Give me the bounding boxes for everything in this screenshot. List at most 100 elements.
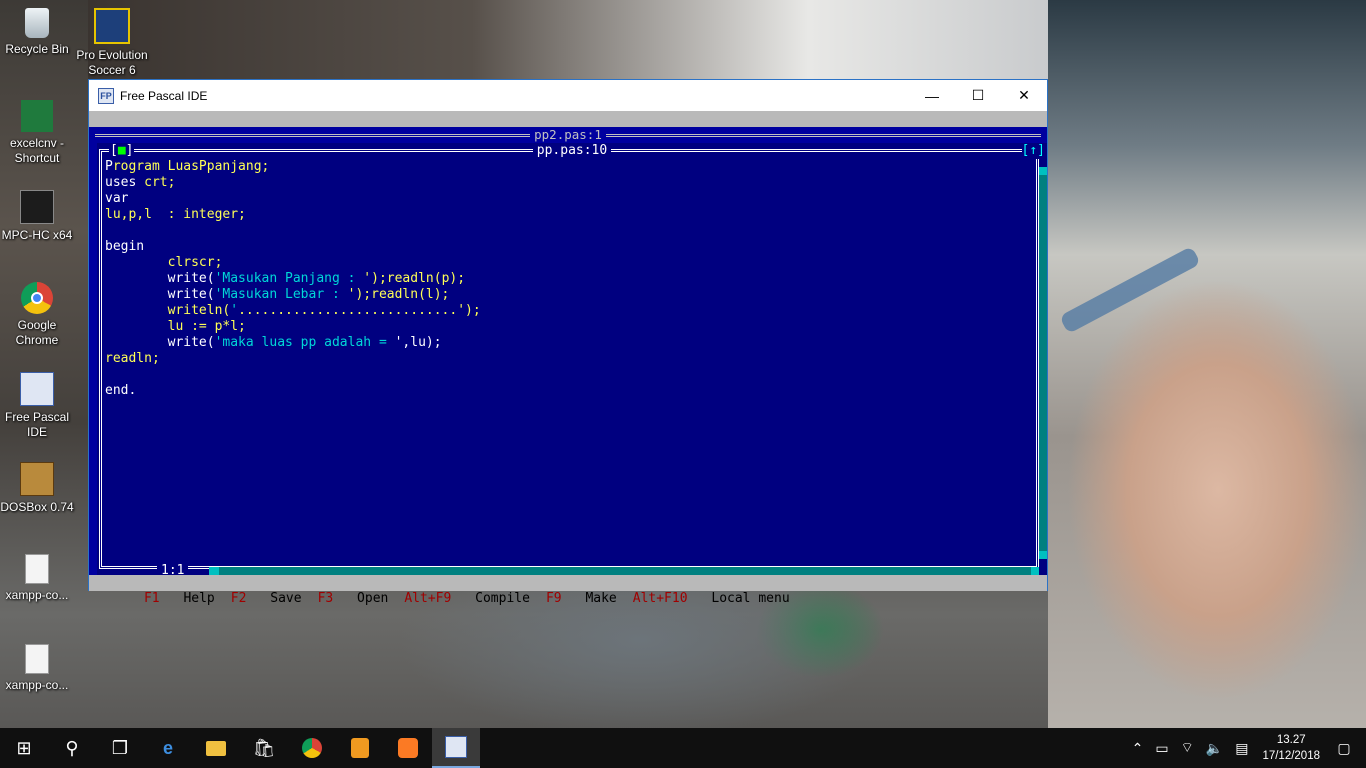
pes6-icon <box>94 8 130 44</box>
task-view-icon: ❐ <box>111 737 129 758</box>
code-token: P <box>105 159 113 174</box>
free-pascal-app-icon[interactable]: FP <box>98 87 114 104</box>
code-token: crt; <box>144 175 176 190</box>
code-token: ');readln(p); <box>363 271 466 286</box>
status-make[interactable]: F9 Make <box>546 591 617 606</box>
code-line: end. <box>105 383 481 399</box>
desktop-icon-chrome[interactable]: Google Chrome <box>0 282 74 348</box>
code-token: ',lu); <box>394 335 442 350</box>
excel-icon <box>21 100 53 132</box>
code-token: clrscr; <box>105 255 223 270</box>
desktop-icon-free-pascal[interactable]: Free Pascal IDE <box>0 372 74 440</box>
code-token: begin <box>105 239 145 254</box>
wallpaper-top <box>88 0 1048 80</box>
code-token: ' <box>230 303 239 318</box>
close-button[interactable]: ✕ <box>1001 80 1047 111</box>
status-help[interactable]: F1 Help <box>144 591 215 606</box>
task-view-button[interactable]: ❐ <box>96 728 144 768</box>
code-token: lu,p,l : integer; <box>105 207 246 222</box>
keyboard-icon[interactable]: ▤ <box>1235 740 1248 757</box>
start-button[interactable]: ⊞ <box>0 728 48 768</box>
code-token: 'Masukan Lebar : <box>214 287 348 302</box>
ide-desktop: pp2.pas:1 pp.pas:10 [■] [↑] Program Luas… <box>89 127 1047 579</box>
taskbar-sublime[interactable] <box>336 728 384 768</box>
code-area[interactable]: Program LuasPpanjang; uses crt; var lu,p,l … <box>105 159 481 399</box>
sublime-text-icon <box>351 738 369 758</box>
scroll-right-arrow-icon[interactable] <box>1031 567 1039 575</box>
editor-title: pp.pas:10 <box>532 143 612 158</box>
editor-window[interactable]: pp.pas:10 [■] [↑] Program LuasPpanjang; u… <box>97 143 1047 579</box>
xampp-icon <box>398 738 418 758</box>
code-line: lu,p,l : integer; <box>105 207 481 223</box>
code-line: readln; <box>105 351 481 367</box>
horizontal-scrollbar[interactable] <box>209 567 1039 575</box>
battery-icon[interactable]: ▭ <box>1155 740 1168 757</box>
desktop-icon-xampp-2[interactable]: xampp-co... <box>0 644 74 693</box>
search-button[interactable]: ⚲ <box>48 728 96 768</box>
status-local-menu[interactable]: Alt+F10 Local menu <box>633 591 790 606</box>
volume-icon[interactable]: 🔈 <box>1206 740 1223 757</box>
code-token: end. <box>105 383 137 398</box>
status-compile[interactable]: Alt+F9 Compile <box>404 591 530 606</box>
scroll-up-arrow-icon[interactable] <box>1039 167 1047 175</box>
scroll-left-arrow-icon[interactable] <box>209 567 219 575</box>
taskbar-free-pascal[interactable] <box>432 728 480 768</box>
taskbar-edge[interactable]: e <box>144 728 192 768</box>
code-token: write( <box>105 335 215 350</box>
maximize-button[interactable]: ☐ <box>955 80 1001 111</box>
editor-close-box[interactable]: [■] <box>109 143 135 159</box>
windows-logo-icon: ⊞ <box>16 737 32 758</box>
taskbar-chrome[interactable] <box>288 728 336 768</box>
minimize-button[interactable]: — <box>909 80 955 111</box>
desktop-icon-recycle-bin[interactable]: Recycle Bin <box>0 8 74 57</box>
code-line: write('Masukan Lebar : ');readln(l); <box>105 287 481 303</box>
background-window-pp2[interactable]: pp2.pas:1 <box>89 127 1047 143</box>
close-box-icon: ■ <box>117 143 126 158</box>
free-pascal-icon <box>20 372 54 406</box>
vertical-scrollbar[interactable] <box>1039 167 1047 559</box>
code-token: 'maka luas pp adalah = <box>214 335 395 350</box>
desktop-icon-xampp-1[interactable]: xampp-co... <box>0 554 74 603</box>
wifi-icon[interactable]: ⌔ <box>1181 739 1194 757</box>
code-token: write( <box>105 271 215 286</box>
status-open[interactable]: F3 Open <box>318 591 389 606</box>
editor-title-bar: pp.pas:10 [■] [↑] <box>97 143 1047 159</box>
free-pascal-icon <box>445 736 467 758</box>
taskbar-store[interactable]: 🛍 <box>240 728 288 768</box>
dosbox-icon <box>20 462 54 496</box>
taskbar-file-explorer[interactable] <box>192 728 240 768</box>
desktop-icon-pes6[interactable]: Pro Evolution Soccer 6 <box>75 8 149 78</box>
scroll-down-arrow-icon[interactable] <box>1039 551 1047 559</box>
taskbar-xampp[interactable] <box>384 728 432 768</box>
wallpaper-right <box>1048 0 1366 728</box>
desktop-icon-mpc-hc[interactable]: MPC-HC x64 <box>0 190 74 243</box>
window-titlebar[interactable]: FP Free Pascal IDE — ☐ ✕ <box>89 80 1047 111</box>
code-token: writeln( <box>105 303 231 318</box>
code-token: var <box>105 191 129 206</box>
code-token: uses <box>105 175 145 190</box>
status-bar: F1 Help F2 Save F3 Open Alt+F9 Compile F9 Ma… <box>89 575 1047 606</box>
code-line: Program LuasPpanjang; <box>105 159 481 175</box>
code-line: begin <box>105 239 481 255</box>
desktop-icon-excelcnv[interactable]: excelcnv - Shortcut <box>0 100 74 166</box>
free-pascal-window: FP Free Pascal IDE — ☐ ✕ FileEditSearchR… <box>88 79 1048 606</box>
chevron-up-icon[interactable]: ⌃ <box>1132 740 1144 757</box>
file-icon <box>25 554 49 584</box>
code-token: ');readln(l); <box>347 287 450 302</box>
code-line: clrscr; <box>105 255 481 271</box>
taskbar: ⊞ ⚲ ❐ e 🛍 ⌃ ▭ ⌔ 🔈 ▤ 13.27 17/12/2018 ▢ <box>0 728 1366 768</box>
code-token: readln; <box>105 351 160 366</box>
ide-console: FileEditSearchRunCompileDebugToolsOption… <box>89 111 1047 606</box>
clock-time: 13.27 <box>1276 734 1306 746</box>
code-line: lu := p*l; <box>105 319 481 335</box>
code-token: lu := p*l; <box>105 319 246 334</box>
search-icon: ⚲ <box>65 737 79 758</box>
code-token: ............................'); <box>238 303 481 318</box>
clock[interactable]: 13.27 17/12/2018 <box>1262 732 1320 764</box>
editor-zoom-box[interactable]: [↑] <box>1021 143 1045 159</box>
status-save[interactable]: F2 Save <box>231 591 302 606</box>
notification-icon[interactable]: ▢ <box>1334 740 1354 757</box>
store-icon: 🛍 <box>252 737 276 758</box>
desktop-icon-dosbox[interactable]: DOSBox 0.74 <box>0 462 74 515</box>
